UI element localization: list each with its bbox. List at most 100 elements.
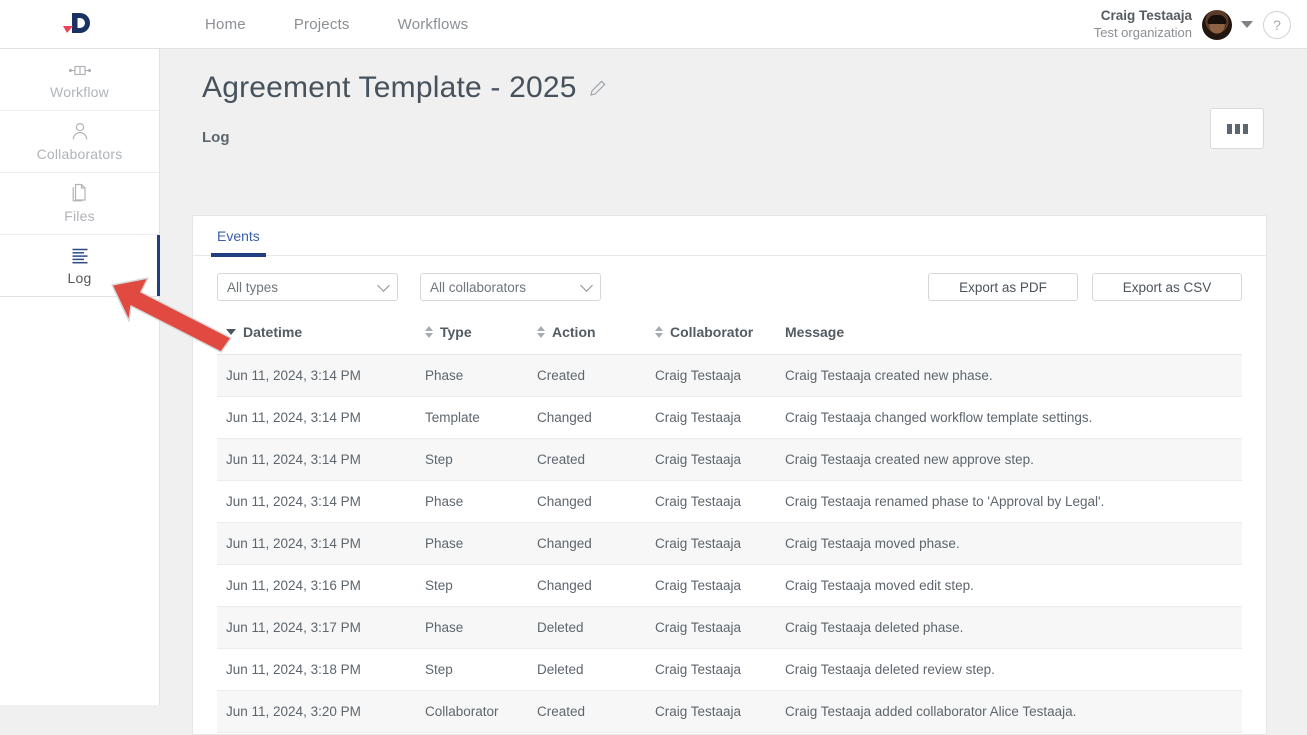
nav-item-workflows[interactable]: Workflows bbox=[374, 16, 493, 33]
sort-updown-icon bbox=[537, 326, 545, 338]
chevron-down-icon bbox=[580, 279, 593, 292]
cell-message: Craig Testaaja moved edit step. bbox=[785, 565, 1242, 607]
ellipsis-icon bbox=[1227, 124, 1232, 134]
log-table-wrapper: Datetime Type Action bbox=[193, 318, 1266, 733]
user-info: Craig Testaaja Test organization bbox=[1094, 8, 1192, 41]
cell-action: Changed bbox=[537, 523, 655, 565]
cell-datetime: Jun 11, 2024, 3:17 PM bbox=[217, 607, 425, 649]
sidebar-item-log[interactable]: Log bbox=[0, 235, 159, 297]
column-header-collaborator[interactable]: Collaborator bbox=[655, 318, 785, 355]
table-row[interactable]: Jun 11, 2024, 3:16 PMStepChangedCraig Te… bbox=[217, 565, 1242, 607]
logo-d-icon bbox=[60, 9, 100, 39]
cell-datetime: Jun 11, 2024, 3:14 PM bbox=[217, 397, 425, 439]
tab-events[interactable]: Events bbox=[217, 228, 260, 256]
export-csv-button[interactable]: Export as CSV bbox=[1092, 273, 1242, 301]
table-row[interactable]: Jun 11, 2024, 3:20 PMCollaboratorCreated… bbox=[217, 691, 1242, 733]
table-row[interactable]: Jun 11, 2024, 3:14 PMStepCreatedCraig Te… bbox=[217, 439, 1242, 481]
left-sidebar: Workflow Collaborators Files bbox=[0, 49, 160, 705]
sidebar-item-label: Files bbox=[64, 208, 95, 224]
cell-message: Craig Testaaja changed workflow template… bbox=[785, 397, 1242, 439]
ellipsis-icon bbox=[1235, 124, 1240, 134]
nav-item-home[interactable]: Home bbox=[205, 16, 270, 33]
cell-action: Deleted bbox=[537, 607, 655, 649]
column-label: Message bbox=[785, 324, 844, 340]
top-bar: Home Projects Workflows Craig Testaaja T… bbox=[0, 0, 1307, 49]
table-row[interactable]: Jun 11, 2024, 3:14 PMPhaseCreatedCraig T… bbox=[217, 355, 1242, 397]
cell-datetime: Jun 11, 2024, 3:16 PM bbox=[217, 565, 425, 607]
help-button[interactable]: ? bbox=[1263, 11, 1291, 39]
cell-message: Craig Testaaja added collaborator Alice … bbox=[785, 691, 1242, 733]
sort-updown-icon bbox=[655, 326, 663, 338]
cell-collaborator: Craig Testaaja bbox=[655, 565, 785, 607]
sort-updown-icon bbox=[425, 326, 433, 338]
cell-action: Created bbox=[537, 439, 655, 481]
column-label: Datetime bbox=[243, 324, 302, 340]
pencil-icon[interactable] bbox=[589, 79, 607, 97]
cell-collaborator: Craig Testaaja bbox=[655, 481, 785, 523]
sort-desc-icon bbox=[226, 329, 236, 335]
user-organization: Test organization bbox=[1094, 25, 1192, 41]
log-lines-icon bbox=[71, 245, 89, 265]
cell-message: Craig Testaaja renamed phase to 'Approva… bbox=[785, 481, 1242, 523]
ellipsis-icon bbox=[1243, 124, 1248, 134]
cell-message: Craig Testaaja deleted phase. bbox=[785, 607, 1242, 649]
table-row[interactable]: Jun 11, 2024, 3:14 PMTemplateChangedCrai… bbox=[217, 397, 1242, 439]
cell-message: Craig Testaaja created new approve step. bbox=[785, 439, 1242, 481]
main-nav: Home Projects Workflows bbox=[205, 16, 492, 33]
log-card: Events All types All collaborators Expor… bbox=[192, 215, 1267, 735]
export-pdf-button[interactable]: Export as PDF bbox=[928, 273, 1078, 301]
cell-datetime: Jun 11, 2024, 3:14 PM bbox=[217, 481, 425, 523]
cell-type: Step bbox=[425, 649, 537, 691]
avatar[interactable] bbox=[1202, 10, 1232, 40]
cell-collaborator: Craig Testaaja bbox=[655, 397, 785, 439]
log-table: Datetime Type Action bbox=[217, 318, 1242, 733]
cell-collaborator: Craig Testaaja bbox=[655, 439, 785, 481]
column-header-action[interactable]: Action bbox=[537, 318, 655, 355]
files-icon bbox=[70, 183, 89, 203]
table-row[interactable]: Jun 11, 2024, 3:17 PMPhaseDeletedCraig T… bbox=[217, 607, 1242, 649]
cell-datetime: Jun 11, 2024, 3:20 PM bbox=[217, 691, 425, 733]
column-label: Collaborator bbox=[670, 324, 753, 340]
table-row[interactable]: Jun 11, 2024, 3:14 PMPhaseChangedCraig T… bbox=[217, 523, 1242, 565]
cell-collaborator: Craig Testaaja bbox=[655, 355, 785, 397]
cell-action: Changed bbox=[537, 565, 655, 607]
user-name: Craig Testaaja bbox=[1094, 8, 1192, 25]
filter-collaborators-value: All collaborators bbox=[430, 280, 526, 295]
person-icon bbox=[71, 121, 89, 141]
chevron-down-icon[interactable] bbox=[1241, 21, 1253, 28]
column-header-type[interactable]: Type bbox=[425, 318, 537, 355]
sidebar-item-collaborators[interactable]: Collaborators bbox=[0, 111, 159, 173]
page-title: Agreement Template - 2025 bbox=[202, 71, 577, 105]
more-options-button[interactable] bbox=[1210, 108, 1264, 149]
cell-collaborator: Craig Testaaja bbox=[655, 523, 785, 565]
cell-action: Created bbox=[537, 355, 655, 397]
sidebar-item-label: Workflow bbox=[50, 84, 109, 100]
cell-datetime: Jun 11, 2024, 3:14 PM bbox=[217, 439, 425, 481]
cell-action: Changed bbox=[537, 397, 655, 439]
table-row[interactable]: Jun 11, 2024, 3:18 PMStepDeletedCraig Te… bbox=[217, 649, 1242, 691]
app-logo[interactable] bbox=[0, 0, 160, 49]
nav-item-projects[interactable]: Projects bbox=[270, 16, 374, 33]
cell-type: Phase bbox=[425, 355, 537, 397]
workflow-icon bbox=[69, 59, 91, 79]
sidebar-item-workflow[interactable]: Workflow bbox=[0, 49, 159, 111]
section-label: Log bbox=[160, 105, 1307, 146]
column-header-datetime[interactable]: Datetime bbox=[217, 318, 425, 355]
table-body: Jun 11, 2024, 3:14 PMPhaseCreatedCraig T… bbox=[217, 355, 1242, 733]
filter-collaborators-select[interactable]: All collaborators bbox=[420, 273, 601, 301]
column-header-message: Message bbox=[785, 318, 1242, 355]
cell-message: Craig Testaaja deleted review step. bbox=[785, 649, 1242, 691]
cell-action: Changed bbox=[537, 481, 655, 523]
sidebar-item-files[interactable]: Files bbox=[0, 173, 159, 235]
cell-collaborator: Craig Testaaja bbox=[655, 691, 785, 733]
cell-type: Template bbox=[425, 397, 537, 439]
cell-type: Step bbox=[425, 565, 537, 607]
sidebar-item-label: Collaborators bbox=[37, 146, 123, 162]
table-head: Datetime Type Action bbox=[217, 318, 1242, 355]
filter-types-select[interactable]: All types bbox=[217, 273, 398, 301]
table-row[interactable]: Jun 11, 2024, 3:14 PMPhaseChangedCraig T… bbox=[217, 481, 1242, 523]
cell-action: Created bbox=[537, 691, 655, 733]
log-toolbar: All types All collaborators Export as PD… bbox=[193, 256, 1266, 318]
cell-type: Step bbox=[425, 439, 537, 481]
cell-datetime: Jun 11, 2024, 3:18 PM bbox=[217, 649, 425, 691]
